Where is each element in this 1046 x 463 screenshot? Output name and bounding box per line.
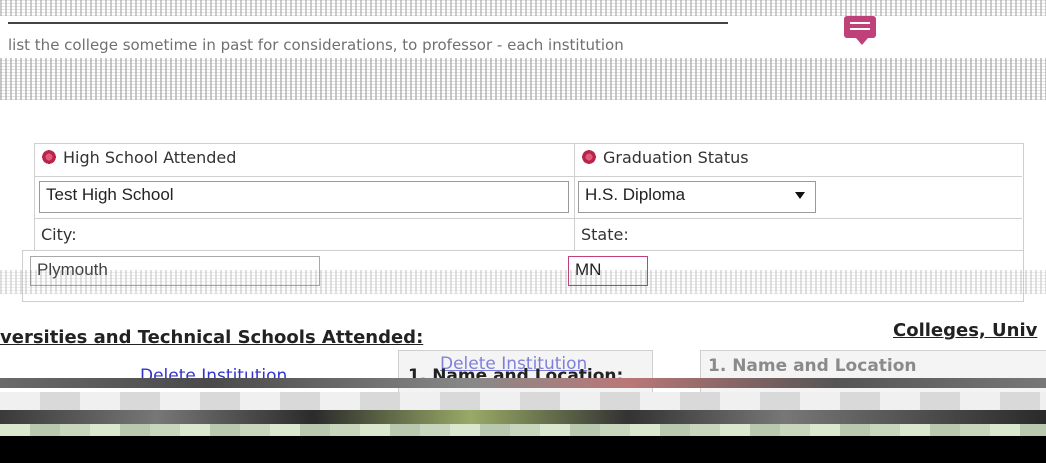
colleges-section-title: versities and Technical Schools Attended… (0, 327, 424, 348)
required-icon (41, 149, 57, 165)
instruction-noise-mid (0, 58, 1046, 100)
cell-graduation-label: Graduation Status (575, 144, 1022, 177)
cell-state-label: State: (575, 219, 1022, 251)
cell-high-school-label: High School Attended (35, 144, 575, 177)
high-school-label-wrap: High School Attended (41, 148, 236, 167)
city-state-noise (0, 270, 1046, 294)
garbled-band-3 (0, 410, 1046, 424)
form-row-city-state: City: State: (35, 219, 1023, 251)
instruction-noise-top (0, 0, 1046, 16)
name-location-label-right: 1. Name and Location (708, 356, 917, 376)
instruction-underline (8, 22, 728, 24)
graduation-status-label: Graduation Status (603, 148, 749, 167)
graduation-status-value: H.S. Diploma (585, 185, 686, 204)
cell-city-label: City: (35, 219, 575, 251)
city-label: City: (41, 225, 77, 244)
state-label: State: (581, 225, 629, 244)
comment-icon[interactable] (844, 16, 876, 45)
black-footer-band (0, 436, 1046, 463)
instruction-line-1: list the college sometime in past for co… (8, 36, 624, 54)
graduation-label-wrap: Graduation Status (581, 148, 749, 167)
chevron-down-icon (795, 192, 805, 199)
high-school-label: High School Attended (63, 148, 237, 167)
form-row-labels: High School Attended Graduation Status (35, 144, 1023, 177)
garbled-band-4 (0, 424, 1046, 436)
high-school-input[interactable]: Test High School (39, 181, 569, 213)
garbled-band-1 (0, 378, 1046, 388)
garbled-band-2 (0, 392, 1046, 410)
graduation-status-select[interactable]: H.S. Diploma (578, 181, 816, 213)
required-icon (581, 149, 597, 165)
colleges-section-title-right: Colleges, Univ (893, 320, 1038, 341)
